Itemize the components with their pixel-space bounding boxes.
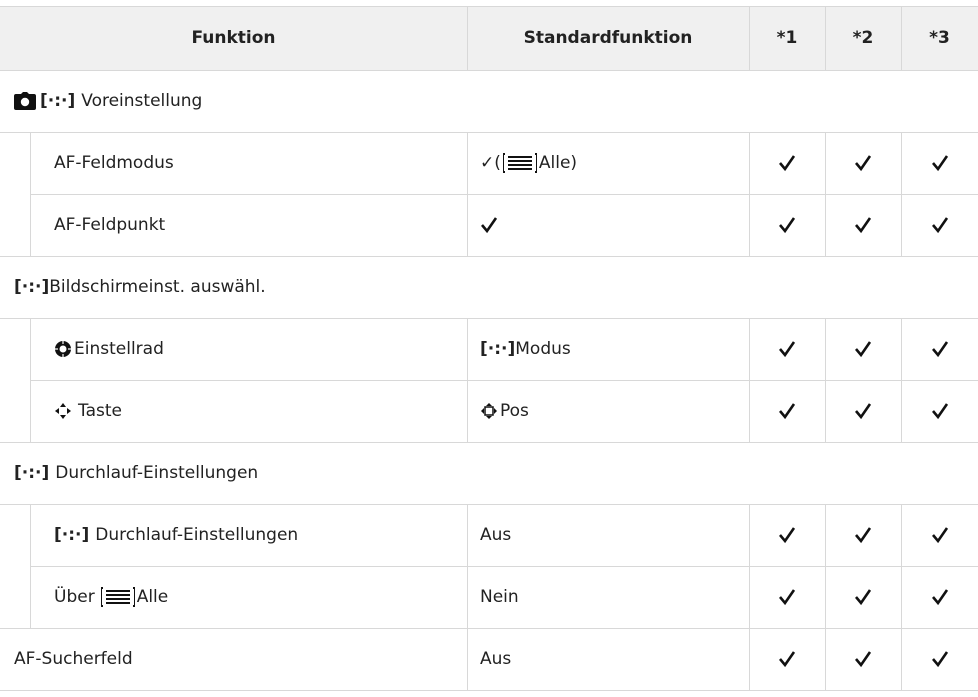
check-icon [749,628,825,690]
row-taste-name: Taste [54,380,122,442]
af-target-icon: [·:·] [40,91,76,111]
check-icon [825,504,901,566]
group-title-durchlauf: [·:·] Durchlauf-Einstellungen [14,442,258,504]
check-icon [749,132,825,194]
group-title-bildschirmeinst: [·:·] Bildschirmeinst. auswähl. [14,256,266,318]
check-icon [901,628,978,690]
check-icon [749,318,825,380]
group2-label: Bildschirmeinst. auswähl. [49,277,266,297]
row-durchlauf-std: Aus [480,525,512,545]
af-target-icon: [·:·] [14,277,50,297]
row-ueber-alle-std: Nein [480,587,519,607]
dial-icon [54,340,72,358]
row-af-sucherfeld-std: Aus [480,649,512,669]
af-target-icon: [·:·] [480,339,516,359]
check-icon [825,318,901,380]
arrow-pad-icon [54,402,72,420]
row-taste-std: Pos [480,380,529,442]
check-icon [901,194,978,256]
check-icon [825,132,901,194]
check-icon [901,380,978,442]
check-icon [825,566,901,628]
group-title-voreinstellung: [·:·] Voreinstellung [14,70,202,132]
row-durchlauf-name: [·:·] Durchlauf-Einstellungen [54,525,299,545]
row-af-feldmodus-name: AF-Feldmodus [54,153,174,173]
col-star2: *2 [852,28,874,48]
check-icon [749,566,825,628]
check-icon [749,194,825,256]
col-star3: *3 [929,28,950,48]
row-af-feldpunkt-name: AF-Feldpunkt [54,215,166,235]
check-icon [901,504,978,566]
all-targets-icon [100,587,135,607]
camera-icon [14,92,36,110]
check-icon [901,132,978,194]
af-target-icon: [·:·] [54,525,90,545]
group1-label: Voreinstellung [81,91,203,111]
col-standardfunktion: Standardfunktion [523,28,693,48]
group3-label: Durchlauf-Einstellungen [55,463,259,483]
table-header: Funktion Standardfunktion *1 *2 *3 [0,6,978,70]
af-target-icon: [·:·] [14,463,50,483]
check-icon [901,566,978,628]
col-star1: *1 [776,28,798,48]
row-ueber-alle-name: Über Alle [54,587,169,607]
row-einstellrad-std: [·:·] Modus [480,339,571,359]
check-icon [749,504,825,566]
row-af-sucherfeld-name: AF-Sucherfeld [14,649,133,669]
check-icon [901,318,978,380]
check-icon [825,380,901,442]
arrow-pad-icon [480,402,498,420]
row-einstellrad-name: Einstellrad [54,318,164,380]
all-targets-icon [502,153,537,173]
row-af-feldmodus-std: ✓( Alle) [480,153,578,173]
col-funktion: Funktion [191,28,276,48]
check-icon [825,194,901,256]
check-icon [480,194,498,256]
check-icon [825,628,901,690]
check-icon [749,380,825,442]
